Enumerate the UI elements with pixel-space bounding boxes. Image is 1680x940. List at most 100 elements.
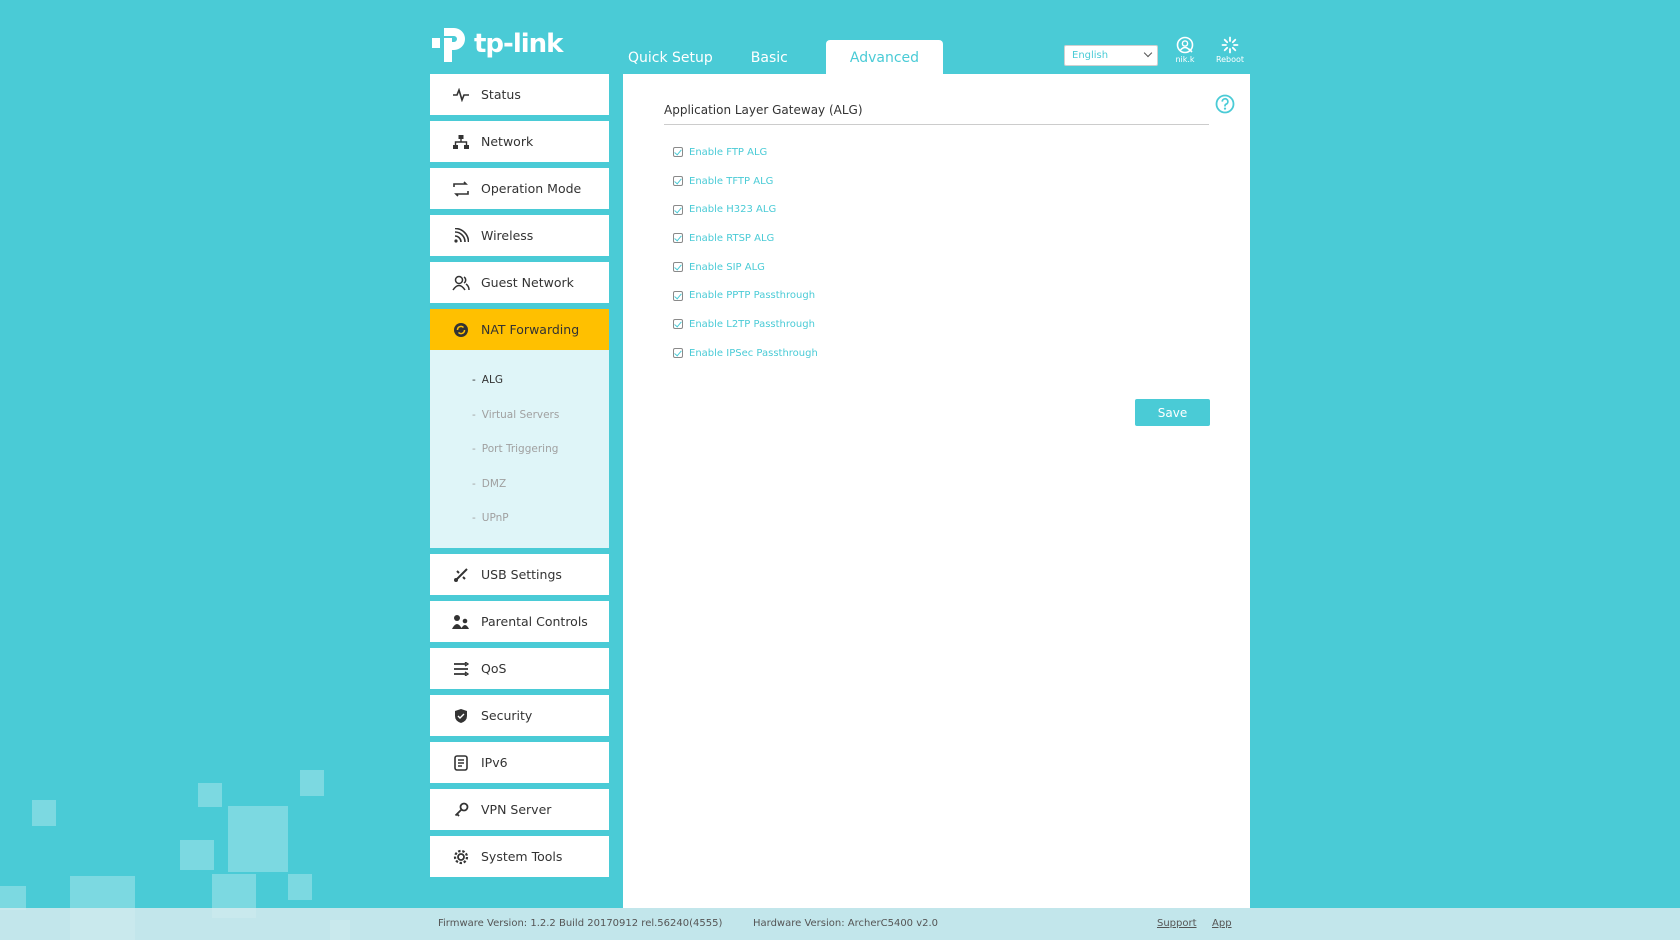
- l2tp-passthrough-checkbox[interactable]: Enable L2TP Passthrough: [673, 310, 818, 339]
- main-panel: Application Layer Gateway (ALG) Enable F…: [623, 74, 1250, 908]
- submenu-item-upnp[interactable]: - UPnP: [430, 504, 609, 539]
- sidebar-item-nat-forwarding[interactable]: NAT Forwarding: [430, 309, 609, 350]
- hardware-version: Hardware Version: ArcherC5400 v2.0: [753, 918, 939, 929]
- ftp-alg-checkbox[interactable]: Enable FTP ALG: [673, 138, 818, 167]
- app-link[interactable]: App: [1212, 918, 1232, 929]
- language-select[interactable]: English: [1064, 45, 1158, 66]
- save-button[interactable]: Save: [1135, 399, 1210, 426]
- submenu-item-label: UPnP: [481, 512, 509, 524]
- sidebar-item-label: USB Settings: [481, 567, 562, 582]
- checkbox-checked[interactable]: [673, 348, 683, 359]
- alg-options: Enable FTP ALG Enable TFTP ALG Enable H3…: [673, 138, 818, 368]
- wireless-icon: [452, 227, 470, 245]
- sidebar-item-label: Parental Controls: [481, 614, 588, 629]
- option-label: Enable SIP ALG: [689, 261, 765, 273]
- checkbox-checked[interactable]: [673, 233, 683, 244]
- sidebar-item-label: Network: [481, 134, 534, 149]
- option-label: Enable PPTP Passthrough: [689, 290, 816, 302]
- checkbox-checked[interactable]: [673, 290, 683, 301]
- background-decoration: [198, 783, 222, 807]
- pptp-passthrough-checkbox[interactable]: Enable PPTP Passthrough: [673, 281, 818, 310]
- tab-basic[interactable]: Basic: [733, 40, 806, 74]
- user-label: nik.k: [1175, 55, 1195, 64]
- support-link[interactable]: Support: [1157, 918, 1197, 929]
- sidebar-item-label: System Tools: [481, 849, 563, 864]
- firmware-version: Firmware Version: 1.2.2 Build 20170912 r…: [438, 918, 723, 929]
- sidebar-item-label: Operation Mode: [481, 181, 582, 196]
- sidebar-item-label: Security: [481, 708, 533, 723]
- user-button[interactable]: nik.k: [1165, 36, 1205, 64]
- reboot-icon: [1221, 36, 1239, 54]
- submenu-item-label: DMZ: [481, 477, 507, 490]
- submenu-item-label: Virtual Servers: [481, 408, 560, 421]
- sidebar-item-usb-settings[interactable]: USB Settings: [430, 554, 609, 595]
- shield-icon: [452, 707, 470, 725]
- option-label: Enable IPSec Passthrough: [689, 347, 818, 359]
- tp-link-logo-icon: [430, 24, 470, 64]
- sidebar-item-network[interactable]: Network: [430, 121, 609, 162]
- sip-alg-checkbox[interactable]: Enable SIP ALG: [673, 253, 818, 282]
- sidebar-item-wireless[interactable]: Wireless: [430, 215, 609, 256]
- checkbox-checked[interactable]: [673, 147, 683, 158]
- sidebar-item-ipv6[interactable]: IPv6: [430, 742, 609, 783]
- submenu-item-port-triggering[interactable]: - Port Triggering: [430, 435, 609, 470]
- option-label: Enable H323 ALG: [689, 204, 777, 216]
- submenu-item-alg[interactable]: - ALG: [430, 366, 609, 401]
- background-decoration: [32, 800, 56, 826]
- sidebar-item-status[interactable]: Status: [430, 74, 609, 115]
- sidebar-item-qos[interactable]: QoS: [430, 648, 609, 689]
- background-decoration: [300, 770, 324, 796]
- header: tp-link Quick Setup Basic Advanced Engli…: [430, 20, 1250, 74]
- sidebar-item-label: Status: [481, 87, 521, 102]
- sidebar-item-guest-network[interactable]: Guest Network: [430, 262, 609, 303]
- option-label: Enable RTSP ALG: [689, 232, 775, 244]
- tp-link-logo[interactable]: tp-link: [430, 24, 563, 64]
- sidebar-item-label: QoS: [481, 661, 507, 676]
- sidebar-item-parental-controls[interactable]: Parental Controls: [430, 601, 609, 642]
- tab-quick-setup[interactable]: Quick Setup: [610, 40, 731, 74]
- sidebar-item-vpn-server[interactable]: VPN Server: [430, 789, 609, 830]
- submenu-item-label: ALG: [481, 374, 503, 386]
- tab-advanced[interactable]: Advanced: [825, 40, 944, 74]
- rtsp-alg-checkbox[interactable]: Enable RTSP ALG: [673, 224, 818, 253]
- logo-text: tp-link: [474, 29, 563, 59]
- checkbox-checked[interactable]: [673, 319, 683, 330]
- usb-icon: [452, 566, 470, 584]
- h323-alg-checkbox[interactable]: Enable H323 ALG: [673, 195, 818, 224]
- checkbox-checked[interactable]: [673, 262, 683, 273]
- user-icon: [1176, 36, 1194, 54]
- background-decoration: [288, 874, 312, 900]
- page-title: Application Layer Gateway (ALG): [664, 103, 1209, 125]
- gear-icon: [452, 848, 470, 866]
- nat-submenu: - ALG - Virtual Servers - Port Triggering -…: [430, 350, 609, 548]
- ipv6-icon: [452, 754, 470, 772]
- pulse-icon: [452, 86, 470, 104]
- sidebar-item-system-tools[interactable]: System Tools: [430, 836, 609, 877]
- checkbox-checked[interactable]: [673, 176, 683, 187]
- sidebar-item-label: VPN Server: [481, 802, 552, 817]
- operation-mode-icon: [452, 180, 470, 198]
- background-decoration: [0, 886, 26, 910]
- submenu-item-label: Port Triggering: [481, 443, 559, 455]
- language-value: English: [1072, 50, 1109, 61]
- checkbox-checked[interactable]: [673, 204, 683, 215]
- sidebar-item-label: Guest Network: [481, 275, 574, 290]
- sidebar: Status Network Operation Mode Wireless G…: [430, 74, 609, 883]
- top-tabs: Quick Setup Basic Advanced: [610, 40, 944, 74]
- qos-icon: [452, 660, 470, 678]
- sidebar-item-security[interactable]: Security: [430, 695, 609, 736]
- tftp-alg-checkbox[interactable]: Enable TFTP ALG: [673, 167, 818, 196]
- reboot-label: Reboot: [1215, 55, 1245, 64]
- ipsec-passthrough-checkbox[interactable]: Enable IPSec Passthrough: [673, 339, 818, 368]
- nat-icon: [452, 321, 470, 339]
- network-icon: [452, 133, 470, 151]
- option-label: Enable TFTP ALG: [689, 175, 774, 187]
- submenu-item-virtual-servers[interactable]: - Virtual Servers: [430, 401, 609, 436]
- reboot-button[interactable]: Reboot: [1210, 36, 1250, 64]
- chevron-down-icon: [1143, 48, 1153, 58]
- submenu-item-dmz[interactable]: - DMZ: [430, 470, 609, 505]
- sidebar-item-operation-mode[interactable]: Operation Mode: [430, 168, 609, 209]
- help-icon[interactable]: [1215, 94, 1235, 118]
- sidebar-item-label: Wireless: [481, 228, 534, 243]
- parental-icon: [452, 613, 470, 631]
